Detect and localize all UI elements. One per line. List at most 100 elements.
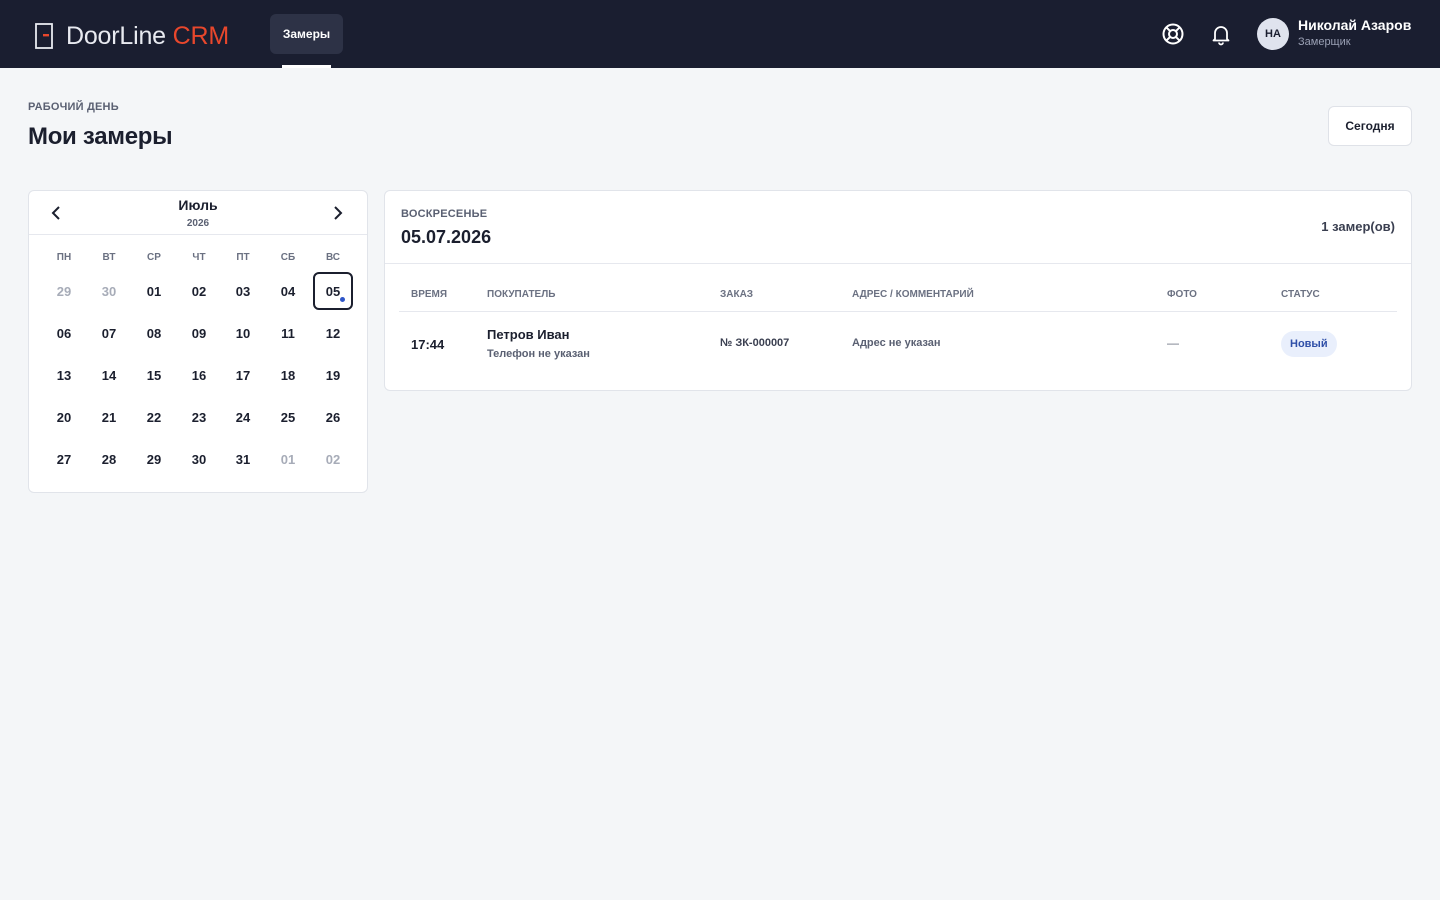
column-order: ЗАКАЗ (720, 289, 754, 300)
calendar-day-number: 01 (146, 283, 162, 299)
row-photo: — (1167, 336, 1179, 350)
calendar-day[interactable]: 30 (179, 440, 219, 478)
column-customer: ПОКУПАТЕЛЬ (487, 289, 556, 300)
calendar-day[interactable]: 24 (223, 398, 263, 436)
calendar-day-number: 28 (101, 451, 117, 467)
column-time: ВРЕМЯ (411, 289, 448, 300)
schedule-header: ВОСКРЕСЕНЬЕ 05.07.2026 1 замер(ов) (385, 191, 1411, 264)
calendar-day[interactable]: 02 (313, 440, 353, 478)
calendar-day-number: 19 (325, 367, 341, 383)
calendar-day-number: 10 (235, 325, 251, 341)
calendar-day[interactable]: 31 (223, 440, 263, 478)
calendar-day[interactable]: 25 (268, 398, 308, 436)
calendar-day[interactable]: 12 (313, 314, 353, 352)
next-month-button[interactable] (329, 203, 347, 223)
calendar-day[interactable]: 23 (179, 398, 219, 436)
calendar-day[interactable]: 19 (313, 356, 353, 394)
row-customer-phone: Телефон не указан (487, 348, 590, 360)
calendar-day[interactable]: 03 (223, 272, 263, 310)
calendar-day-number: 07 (101, 325, 117, 341)
calendar-day-number: 24 (235, 409, 251, 425)
user-name[interactable]: Николай Азаров (1298, 17, 1411, 33)
calendar-day[interactable]: 06 (44, 314, 84, 352)
active-tab-indicator (282, 65, 331, 68)
calendar-day-number: 20 (56, 409, 72, 425)
calendar-day[interactable]: 08 (134, 314, 174, 352)
calendar-month: Июль (178, 197, 218, 213)
column-status: СТАТУС (1281, 289, 1320, 300)
calendar-day-number: 29 (56, 283, 72, 299)
row-customer-name[interactable]: Петров Иван (487, 327, 570, 342)
calendar-day[interactable]: 14 (89, 356, 129, 394)
calendar-day[interactable]: 22 (134, 398, 174, 436)
chevron-right-icon (334, 206, 343, 220)
calendar-day-number: 25 (280, 409, 296, 425)
calendar-day-selected[interactable]: 05 (313, 272, 353, 310)
calendar-day[interactable]: 16 (179, 356, 219, 394)
calendar-day-number: 12 (325, 325, 341, 341)
calendar-day-number: 17 (235, 367, 251, 383)
calendar-day-number: 06 (56, 325, 72, 341)
calendar-day-number: 02 (325, 451, 341, 467)
today-button[interactable]: Сегодня (1328, 106, 1412, 146)
row-time: 17:44 (411, 337, 445, 352)
calendar-day-number: 23 (191, 409, 207, 425)
bell-icon[interactable] (1209, 22, 1233, 46)
calendar-day[interactable]: 02 (179, 272, 219, 310)
calendar-day[interactable]: 04 (268, 272, 308, 310)
calendar-day-number: 15 (146, 367, 162, 383)
calendar-day[interactable]: 20 (44, 398, 84, 436)
calendar-day[interactable]: 11 (268, 314, 308, 352)
weekday-label: ПТ (236, 252, 250, 263)
calendar-day-number: 08 (146, 325, 162, 341)
calendar-day-number: 02 (191, 283, 207, 299)
calendar-day[interactable]: 07 (89, 314, 129, 352)
row-order-number[interactable]: № ЗК-000007 (720, 337, 789, 349)
calendar-day-number: 26 (325, 409, 341, 425)
calendar-day[interactable]: 01 (134, 272, 174, 310)
calendar-day[interactable]: 10 (223, 314, 263, 352)
calendar: Июль 2026 ПН ВТ СР ЧТ ПТ СБ ВС 29 30 01 02 03 04 05 0… (28, 190, 368, 493)
page-title: Мои замеры (28, 123, 173, 150)
calendar-day[interactable]: 28 (89, 440, 129, 478)
weekday-label: ВТ (102, 252, 116, 263)
user-role: Замерщик (1298, 36, 1351, 48)
calendar-day-number: 22 (146, 409, 162, 425)
column-address: АДРЕС / КОММЕНТАРИЙ (852, 289, 974, 300)
tab-measurements[interactable]: Замеры (270, 14, 343, 54)
calendar-day-number: 13 (56, 367, 72, 383)
calendar-day[interactable]: 13 (44, 356, 84, 394)
calendar-day[interactable]: 30 (89, 272, 129, 310)
calendar-day[interactable]: 09 (179, 314, 219, 352)
calendar-day-number: 29 (146, 451, 162, 467)
calendar-day[interactable]: 21 (89, 398, 129, 436)
door-icon (35, 23, 53, 49)
calendar-day-number: 05 (325, 283, 341, 299)
calendar-day-number: 30 (101, 283, 117, 299)
calendar-day-number: 01 (280, 451, 296, 467)
calendar-year: 2026 (186, 218, 210, 229)
calendar-day[interactable]: 29 (134, 440, 174, 478)
calendar-header: Июль 2026 (29, 191, 367, 235)
calendar-day[interactable]: 29 (44, 272, 84, 310)
selected-weekday: ВОСКРЕСЕНЬЕ (401, 208, 488, 220)
brand-name: DoorLine CRM (66, 21, 229, 50)
calendar-day[interactable]: 17 (223, 356, 263, 394)
table-header-divider (399, 311, 1397, 312)
selected-date: 05.07.2026 (401, 227, 492, 247)
avatar[interactable]: НА (1257, 18, 1289, 50)
calendar-day[interactable]: 26 (313, 398, 353, 436)
calendar-day[interactable]: 18 (268, 356, 308, 394)
weekday-label: СР (147, 252, 161, 263)
column-photo: ФОТО (1167, 289, 1197, 300)
page-eyebrow: РАБОЧИЙ ДЕНЬ (28, 101, 119, 113)
status-badge: Новый (1281, 331, 1337, 357)
help-lifebuoy-icon[interactable] (1161, 22, 1185, 46)
calendar-day-number: 03 (235, 283, 251, 299)
calendar-day[interactable]: 15 (134, 356, 174, 394)
weekday-label: ВС (325, 252, 341, 263)
calendar-day[interactable]: 27 (44, 440, 84, 478)
calendar-day[interactable]: 01 (268, 440, 308, 478)
top-bar: DoorLine CRM Замеры НА Николай Азаров За… (0, 0, 1440, 68)
logo[interactable]: DoorLine CRM (34, 22, 229, 50)
